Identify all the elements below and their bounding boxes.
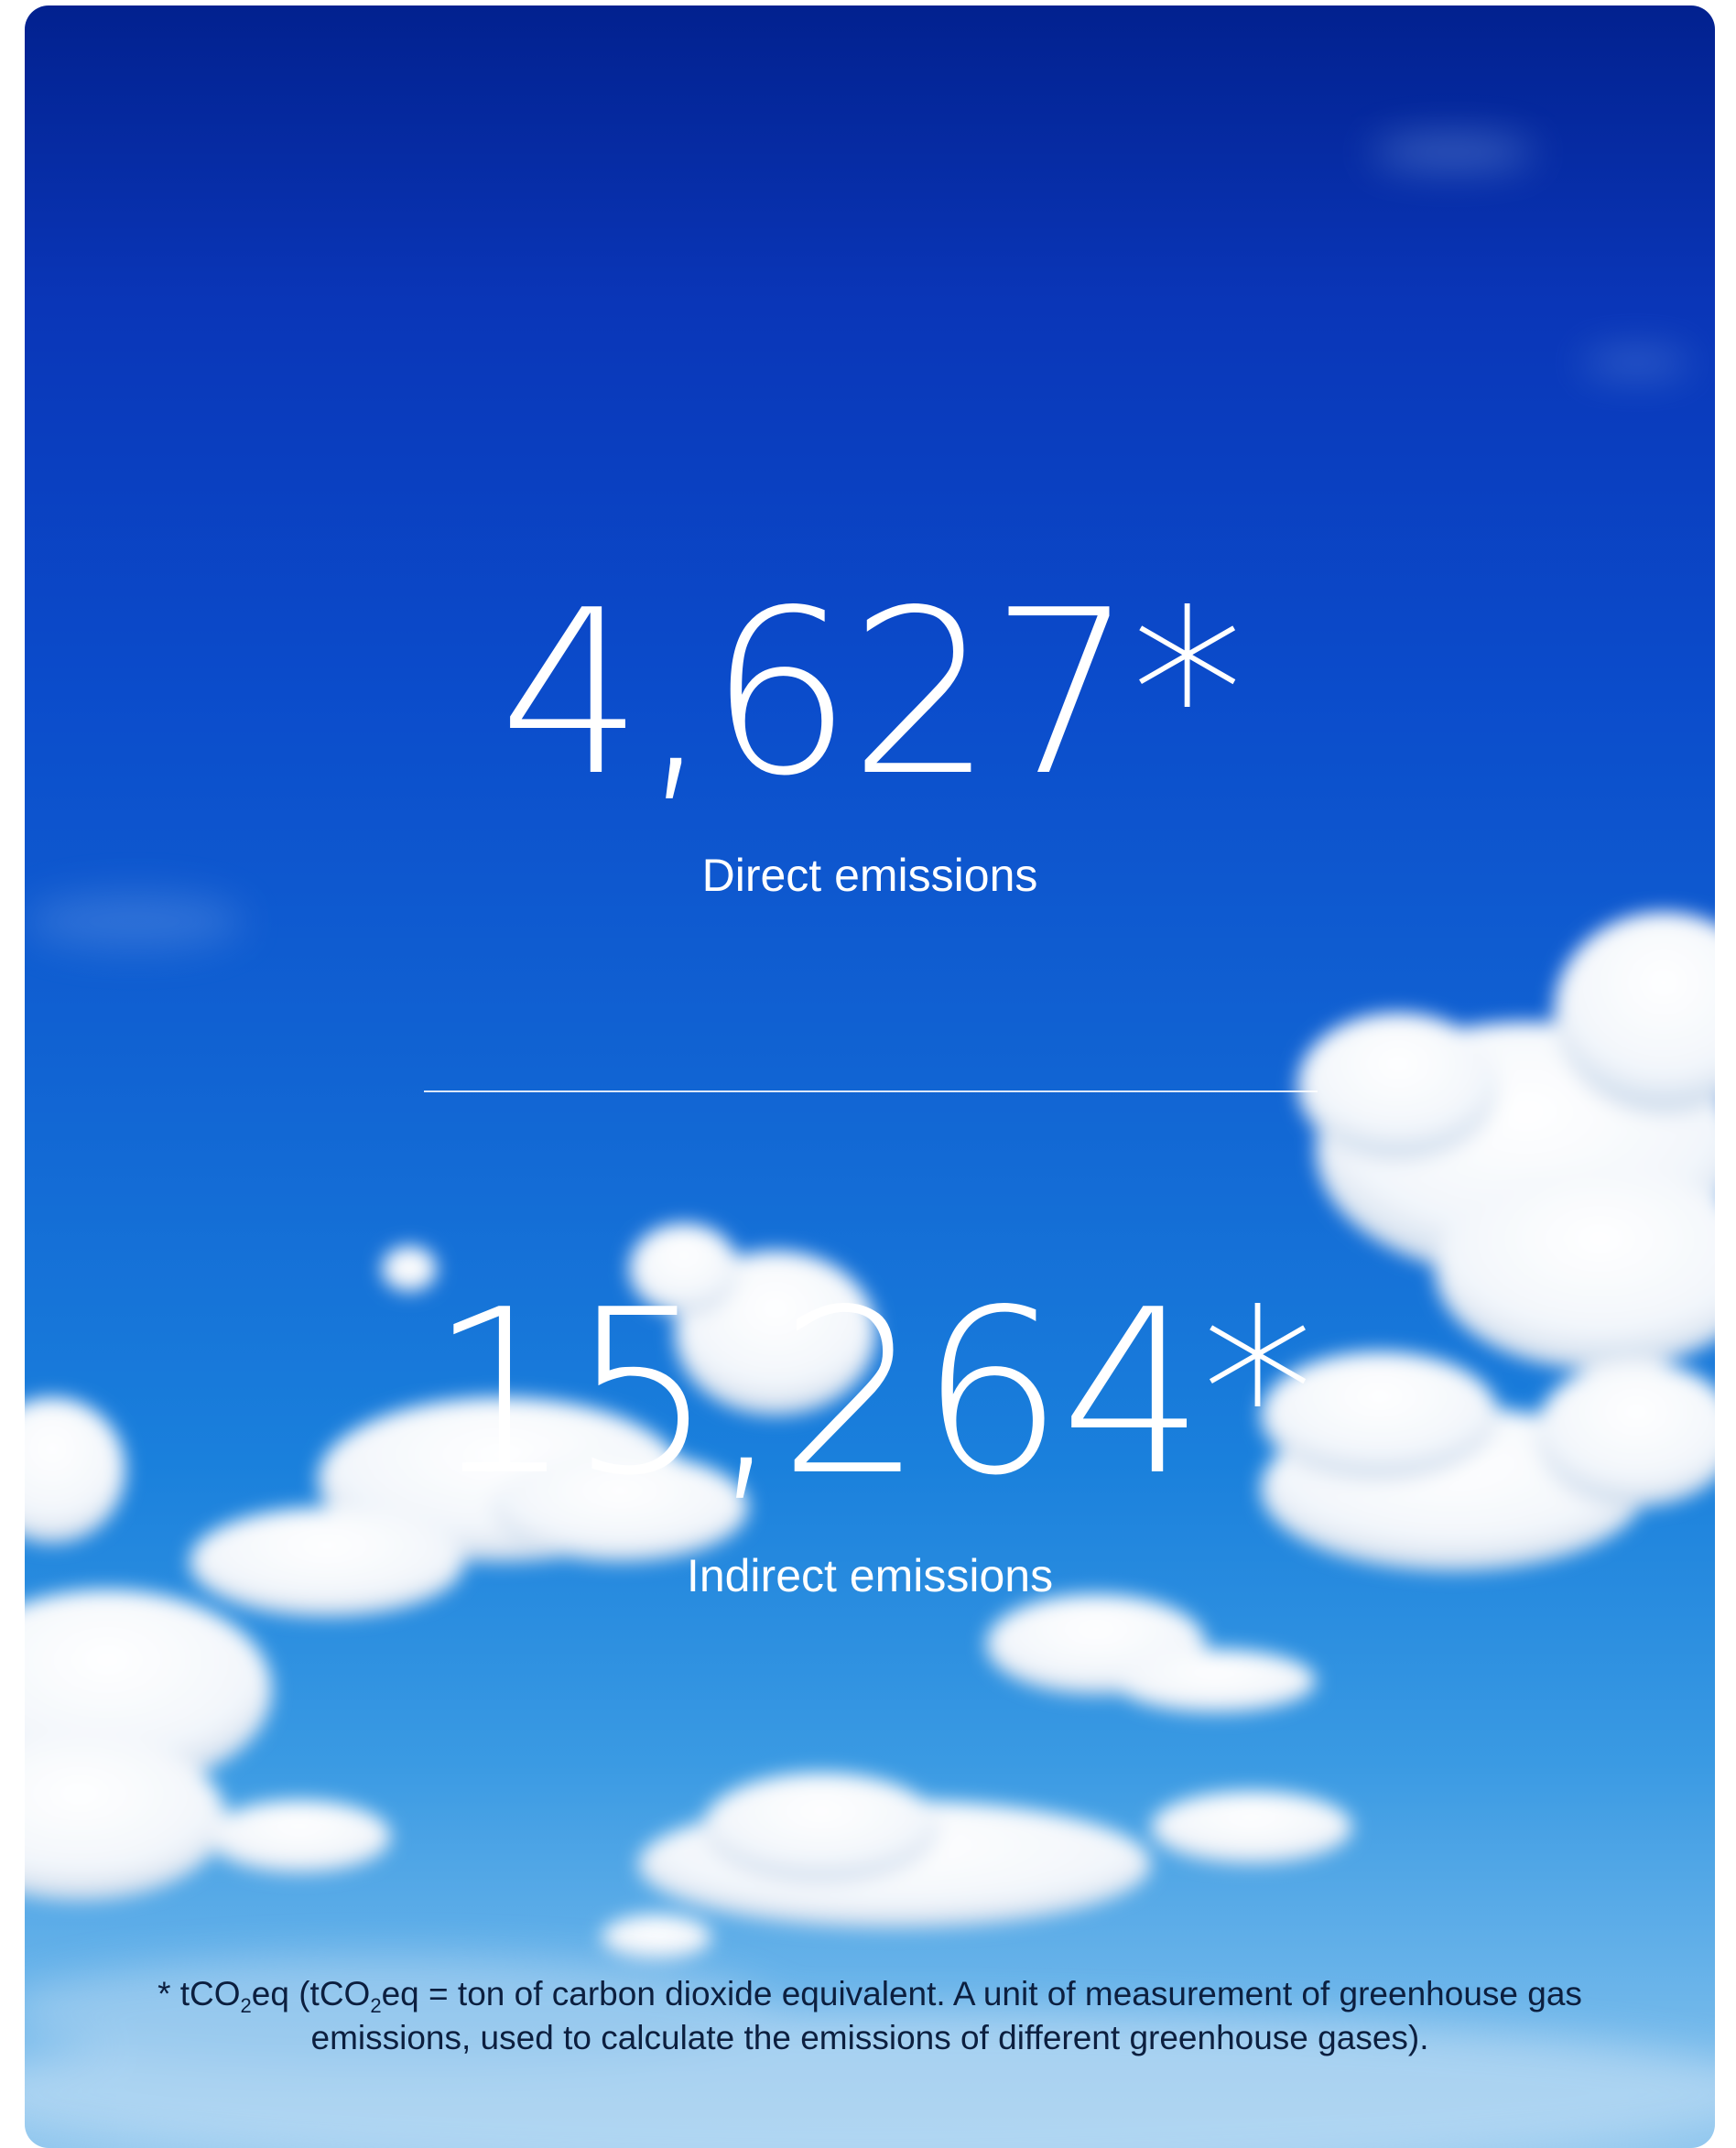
direct-emissions-label: Direct emissions bbox=[701, 850, 1038, 901]
indirect-emissions-value: 15,264* bbox=[429, 1262, 1315, 1525]
indirect-emissions-label: Indirect emissions bbox=[686, 1550, 1054, 1601]
direct-emissions-value: 4,627* bbox=[499, 562, 1244, 826]
footnote-text-1: * tCO bbox=[157, 1975, 241, 2012]
sky-background-image bbox=[25, 136, 1715, 2148]
footnote-text-2: eq (tCO bbox=[251, 1975, 371, 2012]
footnote: * tCO2eq (tCO2eq = ton of carbon dioxide… bbox=[98, 1972, 1642, 2060]
footnote-subscript-1: 2 bbox=[240, 1994, 252, 2017]
footnote-text-3: eq = ton of carbon dioxide equivalent. A… bbox=[310, 1975, 1582, 2056]
cloud-bottom bbox=[602, 1773, 1352, 1960]
footnote-subscript-2: 2 bbox=[370, 1994, 382, 2017]
divider bbox=[424, 1090, 1318, 1092]
cloud-small-center bbox=[986, 1594, 1316, 1713]
emissions-card: 4,627* Direct emissions 15,264* Indirect… bbox=[25, 5, 1715, 2148]
